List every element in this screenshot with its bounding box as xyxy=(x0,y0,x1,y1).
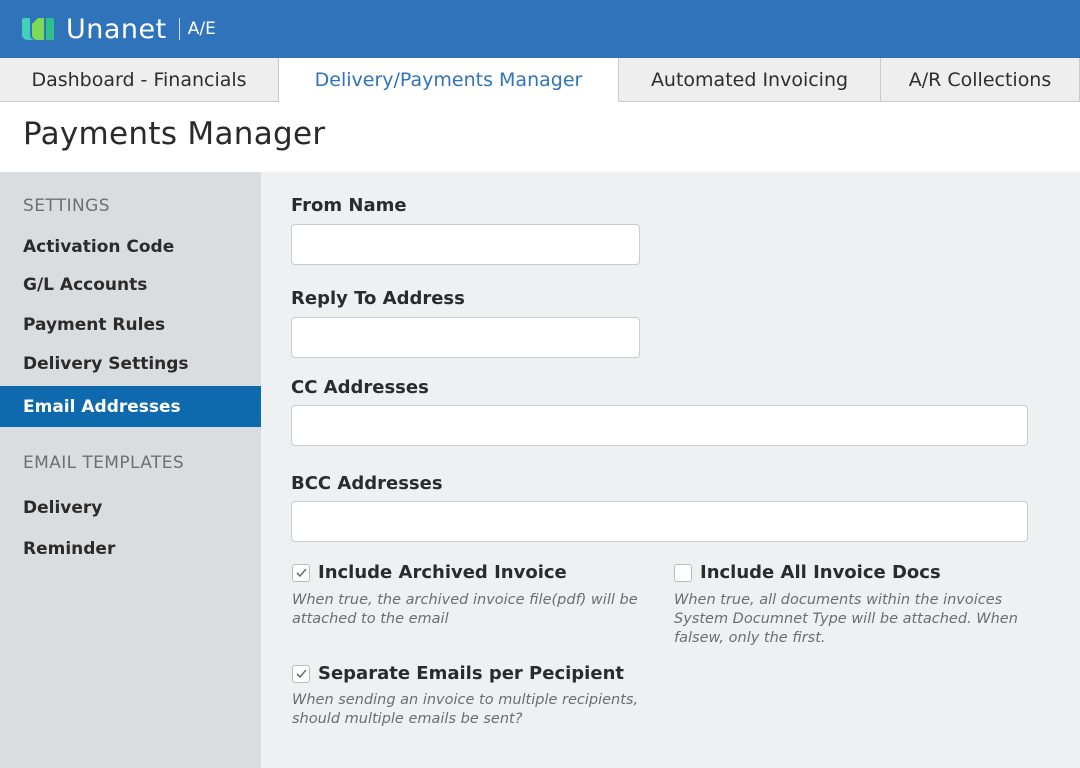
tab-ar-collections[interactable]: A/R Collections xyxy=(881,58,1080,102)
sidebar-item-payment-rules[interactable]: Payment Rules xyxy=(0,305,261,345)
separate-emails-checkbox[interactable] xyxy=(292,664,310,683)
app-header: Unanet A/E xyxy=(0,0,1080,58)
include-all-invoice-docs-option[interactable]: Include All Invoice Docs xyxy=(674,562,941,583)
cc-addresses-input[interactable] xyxy=(291,405,1028,446)
bcc-addresses-label: BCC Addresses xyxy=(291,473,443,494)
sidebar-item-email-addresses[interactable]: Email Addresses xyxy=(0,386,261,427)
page-title: Payments Manager xyxy=(23,116,326,152)
include-archived-invoice-option[interactable]: Include Archived Invoice xyxy=(292,562,567,583)
bcc-addresses-input[interactable] xyxy=(291,501,1028,542)
main-tabs: Dashboard - Financials Delivery/Payments… xyxy=(0,58,1080,102)
settings-sidebar: SETTINGS Activation Code G/L Accounts Pa… xyxy=(0,172,261,768)
checkmark-icon xyxy=(295,669,307,679)
include-archived-invoice-help: When true, the archived invoice file(pdf… xyxy=(292,592,638,627)
include-all-invoice-docs-help: When true, all documents within the invo… xyxy=(674,592,1018,646)
separate-emails-help: When sending an invoice to multiple reci… xyxy=(292,692,639,727)
checkmark-icon xyxy=(295,568,307,578)
sidebar-heading-email-templates: EMAIL TEMPLATES xyxy=(23,453,185,473)
include-archived-invoice-checkbox[interactable] xyxy=(292,563,310,582)
sidebar-item-delivery-settings[interactable]: Delivery Settings xyxy=(0,344,261,384)
sidebar-item-delivery[interactable]: Delivery xyxy=(0,488,261,528)
tab-delivery-payments-manager[interactable]: Delivery/Payments Manager xyxy=(279,58,619,102)
include-archived-invoice-label: Include Archived Invoice xyxy=(318,562,567,583)
sidebar-item-reminder[interactable]: Reminder xyxy=(0,529,261,569)
email-addresses-form: From Name Reply To Address CC Addresses … xyxy=(261,172,1080,768)
tab-dashboard-financials[interactable]: Dashboard - Financials xyxy=(0,58,279,102)
from-name-input[interactable] xyxy=(291,224,640,265)
cc-addresses-label: CC Addresses xyxy=(291,377,429,398)
sidebar-item-gl-accounts[interactable]: G/L Accounts xyxy=(0,265,261,305)
reply-to-input[interactable] xyxy=(291,317,640,358)
separate-emails-label: Separate Emails per Pecipient xyxy=(318,663,624,684)
sidebar-item-activation-code[interactable]: Activation Code xyxy=(0,227,261,267)
product-name: A/E xyxy=(187,19,216,39)
brand-name: Unanet xyxy=(66,13,167,45)
brand-divider xyxy=(178,18,180,40)
include-all-invoice-docs-label: Include All Invoice Docs xyxy=(700,562,941,583)
sidebar-heading-settings: SETTINGS xyxy=(23,196,110,216)
include-all-invoice-docs-checkbox[interactable] xyxy=(674,563,692,582)
unanet-logo-icon xyxy=(20,16,56,42)
tab-automated-invoicing[interactable]: Automated Invoicing xyxy=(619,58,881,102)
from-name-label: From Name xyxy=(291,195,407,216)
page-title-bar: Payments Manager xyxy=(0,102,1080,172)
separate-emails-option[interactable]: Separate Emails per Pecipient xyxy=(292,663,624,684)
reply-to-label: Reply To Address xyxy=(291,288,465,309)
